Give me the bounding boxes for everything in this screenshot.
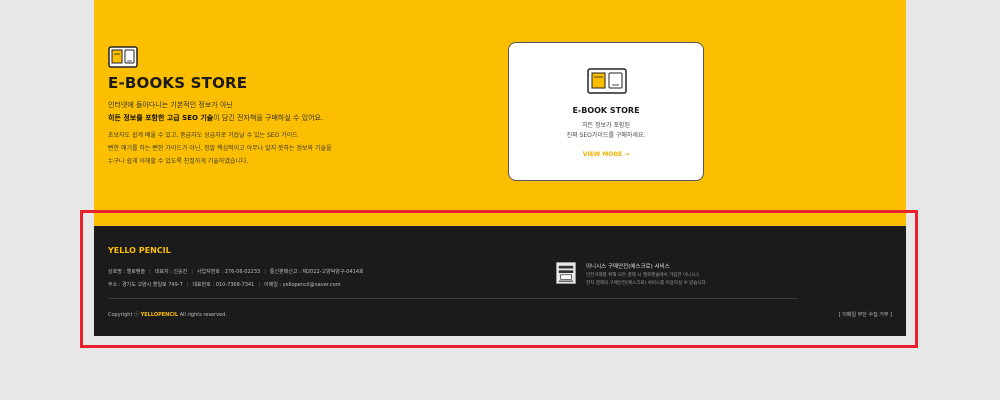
store-desc-line4: 뻔한 얘기를 하는 뻔한 가이드가 아닌, 정말 핵심적이고 아무나 알지 못하…: [108, 145, 332, 152]
store-title: E-BOOKS STORE: [108, 74, 248, 92]
store-desc-line3: 초보자도 쉽게 배울 수 있고, 중급자도 상급자로 거듭날 수 있는 SEO …: [108, 132, 298, 139]
ebook-icon: [108, 46, 138, 68]
footer-highlight-box: [80, 210, 918, 348]
card-title: E-BOOK STORE: [572, 106, 640, 115]
store-desc-line2: 히든 정보를 포함한 고급 SEO 기술이 담긴 전자책을 구매하실 수 있어요…: [108, 113, 323, 123]
store-desc-line1: 인터넷에 돌아다니는 기본적인 정보가 아닌: [108, 101, 233, 109]
ebook-icon: [587, 68, 627, 94]
card-desc-line2: 진짜 SEO가이드를 구매하세요.: [566, 132, 646, 139]
card-desc-line1: 히든 정보가 포함된: [582, 122, 630, 129]
store-desc-rest: 이 담긴 전자책을 구매하실 수 있어요.: [213, 114, 324, 122]
store-desc-line5: 누구나 쉽게 이해할 수 있도록 친절하게 기술하였습니다.: [108, 158, 249, 165]
ebook-store-card[interactable]: E-BOOK STORE 히든 정보가 포함된 진짜 SEO가이드를 구매하세요…: [508, 42, 704, 181]
view-more-link[interactable]: VIEW MORE →: [509, 151, 703, 158]
store-desc-bold: 히든 정보를 포함한 고급 SEO 기술: [108, 114, 214, 122]
